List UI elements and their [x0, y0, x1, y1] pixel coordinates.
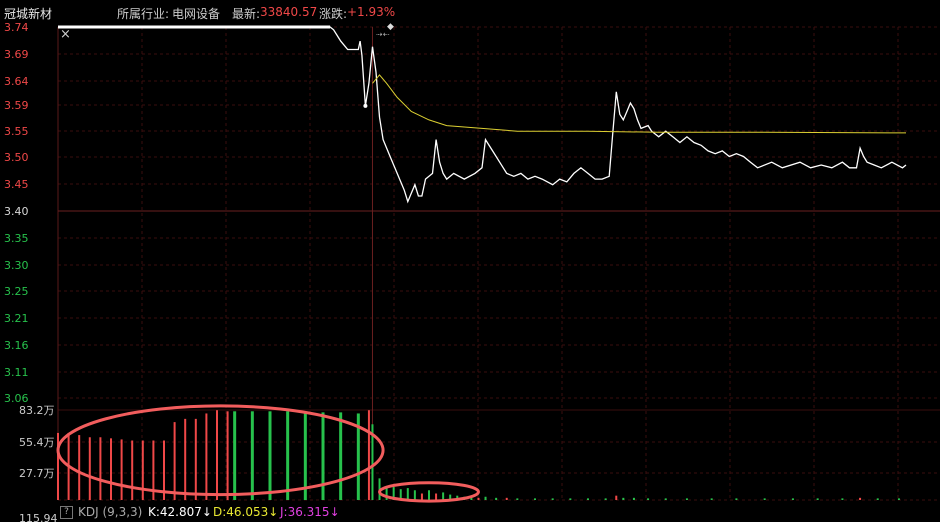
volume-bar	[604, 498, 607, 500]
volume-bar	[420, 493, 423, 500]
help-icon[interactable]: ?	[60, 506, 73, 519]
volume-bar	[78, 435, 81, 500]
volume-bar	[664, 498, 667, 500]
volume-bar	[339, 412, 343, 500]
volume-bar	[484, 496, 487, 500]
volume-bar	[859, 497, 862, 500]
price-tick-label: 3.50	[4, 151, 29, 164]
volume-bar	[233, 411, 237, 500]
volume-bar	[442, 492, 445, 500]
price-tick-label: 3.30	[4, 259, 29, 272]
price-axis: 3.74 3.69 3.64 3.59 3.55 3.50 3.45 3.40 3.35 3.30…	[4, 21, 29, 405]
volume-bar	[685, 498, 688, 500]
price-tick-label: 3.11	[4, 366, 29, 379]
volume-bar	[88, 437, 91, 500]
price-tick-label: 3.59	[4, 99, 29, 112]
volume-bar	[791, 498, 794, 500]
volume-bar	[477, 497, 480, 500]
volume-bar	[286, 411, 290, 500]
annotation-ellipse	[56, 404, 385, 497]
price-tick-label: 3.45	[4, 178, 29, 191]
volume-bar	[184, 418, 187, 500]
volume-bar	[505, 497, 508, 500]
volume-bar	[120, 439, 123, 500]
volume-bar	[321, 412, 325, 500]
volume-bar	[841, 498, 844, 500]
volume-bar	[735, 498, 738, 500]
kdj-label[interactable]: KDJ (9,3,3)	[78, 505, 142, 519]
price-line	[58, 26, 907, 204]
volume-bar	[615, 495, 618, 500]
volume-bar	[110, 438, 112, 500]
volume-bar	[876, 498, 879, 500]
volume-bar	[587, 498, 589, 500]
volume-bar	[367, 410, 370, 500]
volume-bar	[816, 498, 819, 500]
volume-bar	[205, 413, 208, 500]
volume-bar	[413, 490, 416, 500]
volume-bar	[534, 498, 536, 500]
price-lines	[58, 25, 907, 204]
volume-bar	[250, 411, 254, 500]
price-tick-label: 3.25	[4, 285, 29, 298]
volume-bar	[173, 422, 176, 500]
close-icon[interactable]: ×	[60, 27, 71, 42]
volume-bar	[622, 497, 625, 500]
volume-bar	[226, 411, 229, 500]
volume-bar	[710, 498, 713, 500]
price-tick-label: 3.69	[4, 48, 29, 61]
event-diamond-icon[interactable]: ◆	[387, 22, 394, 32]
volume-bar	[435, 493, 438, 500]
volume-bar	[569, 498, 572, 500]
volume-bar	[551, 498, 554, 500]
price-tick-label: 3.55	[4, 125, 29, 138]
volume-bar	[268, 411, 272, 500]
volume-bar	[647, 498, 650, 500]
chart-grid	[57, 26, 940, 501]
price-tick-label: 3.16	[4, 339, 29, 352]
volume-bar	[516, 498, 519, 500]
volume-tick-label: 27.7万	[19, 467, 55, 480]
price-tick-label: 3.40	[4, 205, 29, 218]
price-tick-label: 3.64	[4, 75, 29, 88]
kdj-d-value: D:46.053↓	[213, 505, 279, 519]
volume-tick-label: 83.2万	[19, 404, 55, 417]
kdj-j-value: J:36.315↓	[280, 505, 340, 519]
volume-tick-label: 115.94	[19, 512, 58, 522]
volume-bar	[897, 498, 900, 500]
price-marker	[363, 103, 368, 108]
volume-bar	[763, 498, 766, 500]
volume-bar	[216, 410, 218, 500]
price-tick-label: 3.21	[4, 312, 29, 325]
intraday-chart[interactable]: 3.74 3.69 3.64 3.59 3.55 3.50 3.45 3.40 3.35 3.30…	[0, 0, 940, 522]
volume-bar	[495, 497, 498, 500]
price-tick-label: 3.74	[4, 21, 29, 34]
volume-axis: 83.2万 55.4万 27.7万 115.94	[19, 404, 58, 522]
volume-tick-label: 55.4万	[19, 436, 55, 449]
volume-bar	[131, 440, 134, 500]
kdj-k-value: K:42.807↓	[148, 505, 212, 519]
volume-bar	[406, 488, 409, 500]
volume-bar	[141, 440, 144, 500]
volume-bar	[194, 418, 197, 500]
price-tick-label: 3.35	[4, 232, 29, 245]
volume-bar	[99, 437, 102, 500]
volume-bar	[632, 497, 635, 500]
volume-bar	[428, 490, 430, 500]
